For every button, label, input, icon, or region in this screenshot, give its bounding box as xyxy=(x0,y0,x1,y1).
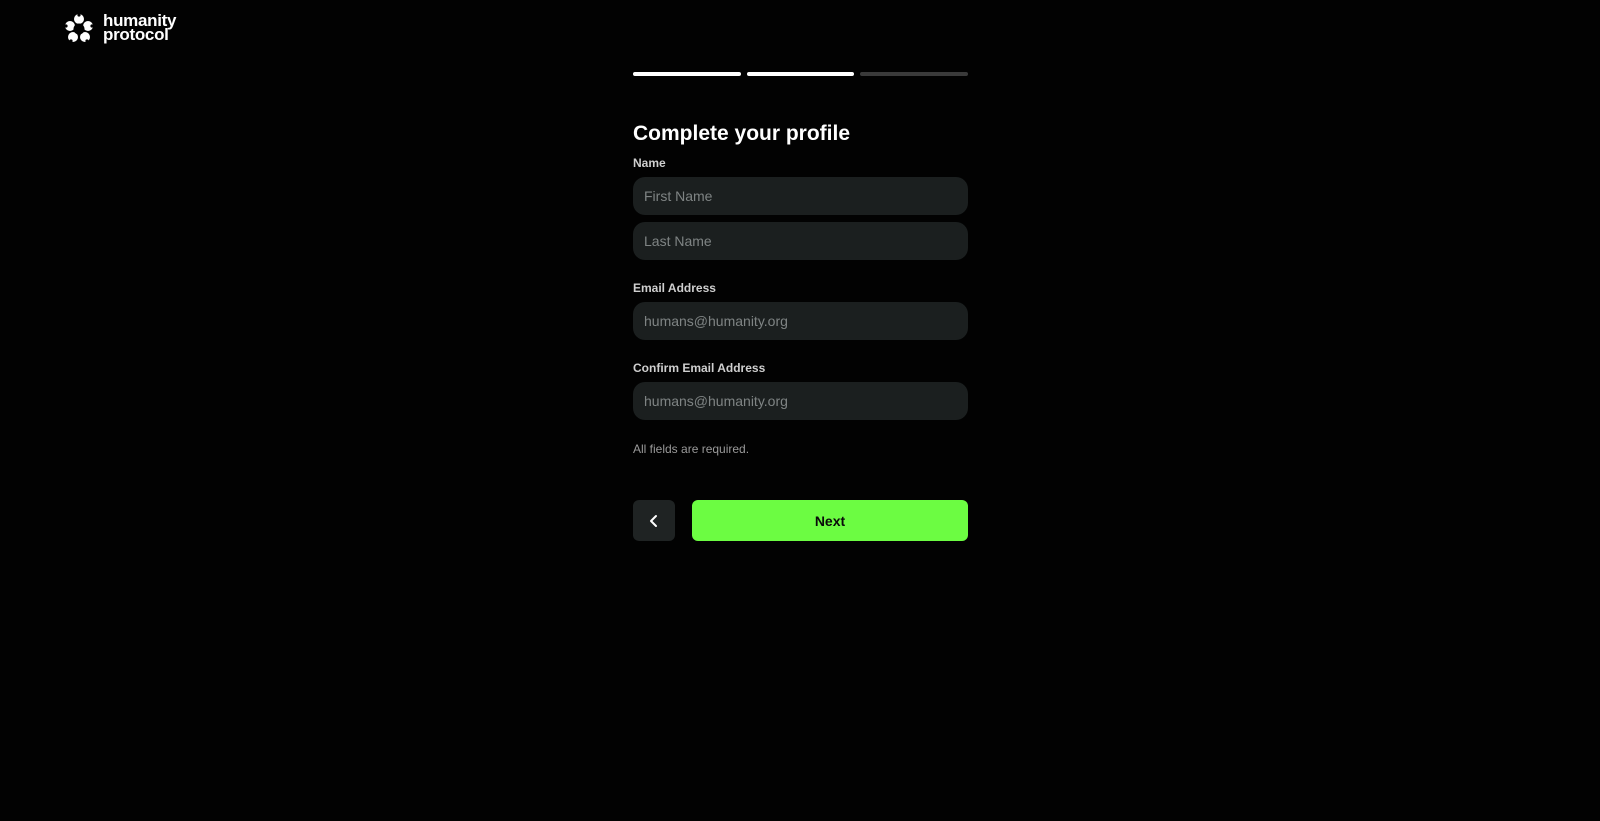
confirm-email-input[interactable] xyxy=(633,382,968,420)
humanity-protocol-logo-icon xyxy=(64,13,94,43)
last-name-input[interactable] xyxy=(633,222,968,260)
progress-step-3 xyxy=(860,72,969,76)
page: humanity protocol Complete your profile … xyxy=(0,0,1600,821)
brand-logo[interactable]: humanity protocol xyxy=(63,12,176,44)
email-label: Email Address xyxy=(633,281,716,295)
required-hint: All fields are required. xyxy=(633,442,750,456)
page-title: Complete your profile xyxy=(633,122,851,145)
email-input[interactable] xyxy=(633,302,968,340)
brand-line-2: protocol xyxy=(103,25,169,44)
step-progress xyxy=(633,72,969,76)
next-button[interactable]: Next xyxy=(692,500,968,541)
progress-step-2 xyxy=(746,72,855,76)
progress-step-1 xyxy=(633,72,741,76)
name-label: Name xyxy=(633,156,666,170)
back-button[interactable] xyxy=(633,500,675,541)
confirm-email-label: Confirm Email Address xyxy=(633,361,766,375)
profile-form: Complete your profile Name Email Address… xyxy=(633,118,968,541)
brand-wordmark: humanity protocol xyxy=(103,12,176,44)
form-actions: Next xyxy=(633,500,968,541)
first-name-input[interactable] xyxy=(633,177,968,215)
chevron-left-icon xyxy=(650,514,657,527)
